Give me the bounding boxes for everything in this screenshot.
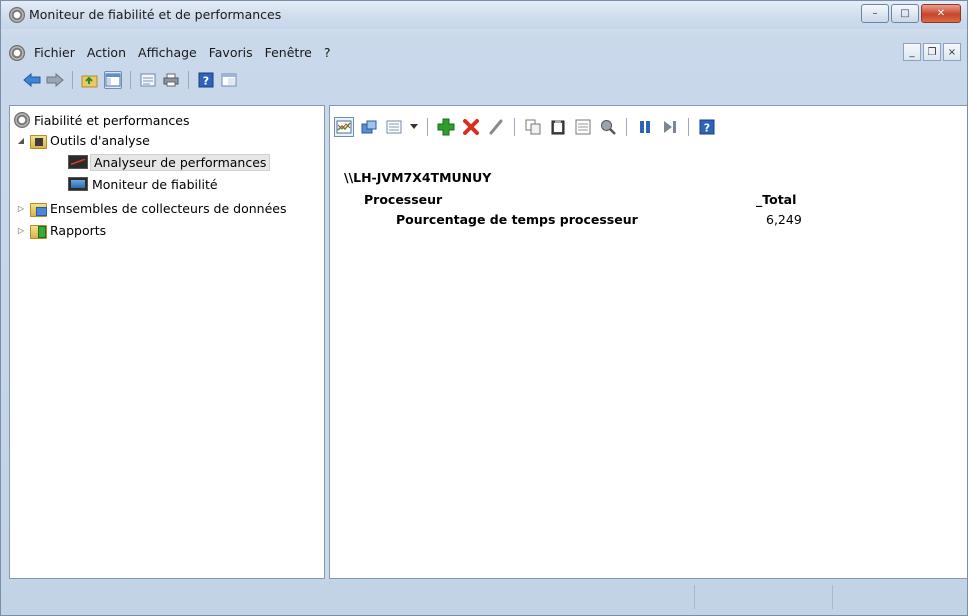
tree-item-analyseur[interactable]: Analyseur de performances — [68, 152, 271, 172]
tree-item-label: Analyseur de performances — [90, 153, 271, 171]
tree-item-outils[interactable]: ◢ Outils d'analyse — [16, 130, 150, 150]
system-menu-icon[interactable] — [9, 45, 25, 61]
status-bar — [1, 579, 967, 615]
view-graph-icon[interactable] — [334, 117, 354, 137]
update-data-icon[interactable] — [660, 117, 680, 137]
tree-item-moniteur[interactable]: Moniteur de fiabilité — [68, 174, 218, 194]
dropdown-arrow-icon[interactable] — [409, 117, 419, 137]
view-report-icon[interactable] — [384, 117, 404, 137]
status-pane-main — [1, 585, 695, 609]
main-toolbar: ? — [1, 67, 967, 93]
close-button[interactable]: ✕ — [921, 4, 961, 23]
toolbar-separator — [688, 118, 689, 136]
mdi-restore-button[interactable]: ❐ — [923, 43, 941, 61]
menu-help[interactable]: ? — [319, 45, 336, 60]
menu-items: Fichier Action Affichage Favoris Fenêtre… — [29, 45, 338, 60]
toolbar-separator — [427, 118, 428, 136]
tree-item-label: Fiabilité et performances — [34, 112, 190, 128]
menu-action[interactable]: Action — [82, 45, 131, 60]
title-bar[interactable]: Moniteur de fiabilité et de performances… — [1, 1, 967, 29]
report-object: Processeur — [364, 192, 443, 207]
svg-text:?: ? — [704, 122, 710, 135]
print-icon[interactable] — [162, 71, 180, 89]
performance-monitor-icon — [68, 155, 88, 169]
highlight-icon[interactable] — [486, 117, 506, 137]
show-hide-tree-icon[interactable] — [104, 71, 122, 89]
freeze-display-icon[interactable] — [635, 117, 655, 137]
tree-item-label: Outils d'analyse — [50, 132, 150, 148]
collapse-arrow-icon[interactable]: ◢ — [16, 136, 26, 145]
help-icon[interactable]: ? — [197, 71, 215, 89]
copy-properties-icon[interactable] — [523, 117, 543, 137]
status-pane-tertiary — [833, 585, 963, 609]
menu-fenetre[interactable]: Fenêtre — [260, 45, 317, 60]
forward-icon[interactable] — [46, 71, 64, 89]
expand-arrow-icon[interactable]: ▷ — [16, 226, 26, 235]
change-graph-type-icon[interactable] — [359, 117, 379, 137]
data-collector-folder-icon — [30, 201, 47, 217]
gear-icon — [9, 7, 25, 23]
tree-item-ensembles[interactable]: ▷ Ensembles de collecteurs de données — [16, 198, 286, 218]
navigation-tree: Fiabilité et performances ◢ Outils d'ana… — [9, 105, 325, 579]
tree-item-root[interactable]: Fiabilité et performances — [14, 110, 189, 130]
report-value: 6,249 — [766, 212, 802, 227]
svg-text:?: ? — [203, 75, 209, 88]
console-icon[interactable] — [220, 71, 238, 89]
menu-bar: Fichier Action Affichage Favoris Fenêtre… — [1, 41, 967, 65]
app-window: Moniteur de fiabilité et de performances… — [0, 0, 968, 616]
toolbar-separator — [72, 71, 73, 89]
back-icon[interactable] — [23, 71, 41, 89]
report-instance: _Total — [756, 192, 797, 207]
toolbar-separator — [130, 71, 131, 89]
tree-item-label: Rapports — [50, 222, 107, 238]
toolbar-separator — [514, 118, 515, 136]
tree-item-rapports[interactable]: ▷ Rapports — [16, 220, 106, 240]
report-computer: \\LH-JVM7X4TMUNUY — [344, 170, 492, 185]
expand-arrow-icon[interactable]: ▷ — [16, 204, 26, 213]
delete-counter-icon[interactable] — [461, 117, 481, 137]
tools-folder-icon — [30, 133, 47, 149]
window-title: Moniteur de fiabilité et de performances — [29, 7, 282, 22]
tree-item-label: Moniteur de fiabilité — [92, 176, 218, 192]
performance-view: ? \\LH-JVM7X4TMUNUY Processeur _Total Po… — [329, 105, 967, 579]
toolbar-separator — [626, 118, 627, 136]
report-counter: Pourcentage de temps processeur — [396, 212, 638, 227]
reliability-monitor-icon — [68, 177, 88, 191]
properties-icon[interactable] — [573, 117, 593, 137]
toolbar-separator — [188, 71, 189, 89]
menu-favoris[interactable]: Favoris — [204, 45, 258, 60]
up-icon[interactable] — [81, 71, 99, 89]
tree-item-label: Ensembles de collecteurs de données — [50, 200, 287, 216]
properties-icon[interactable] — [139, 71, 157, 89]
caption-buttons: – □ ✕ — [861, 4, 961, 23]
minimize-button[interactable]: – — [861, 4, 889, 23]
reports-folder-icon — [30, 223, 47, 239]
zoom-icon[interactable] — [598, 117, 618, 137]
counter-toolbar: ? — [334, 114, 717, 140]
gear-icon — [14, 112, 30, 128]
mdi-minimize-button[interactable]: _ — [903, 43, 921, 61]
menu-affichage[interactable]: Affichage — [133, 45, 202, 60]
status-pane-secondary — [695, 585, 833, 609]
menu-fichier[interactable]: Fichier — [29, 45, 80, 60]
maximize-button[interactable]: □ — [891, 4, 919, 23]
help-icon[interactable]: ? — [697, 117, 717, 137]
mdi-close-button[interactable]: × — [943, 43, 961, 61]
paste-counter-list-icon[interactable] — [548, 117, 568, 137]
mdi-buttons: _ ❐ × — [903, 43, 961, 61]
add-counter-icon[interactable] — [436, 117, 456, 137]
